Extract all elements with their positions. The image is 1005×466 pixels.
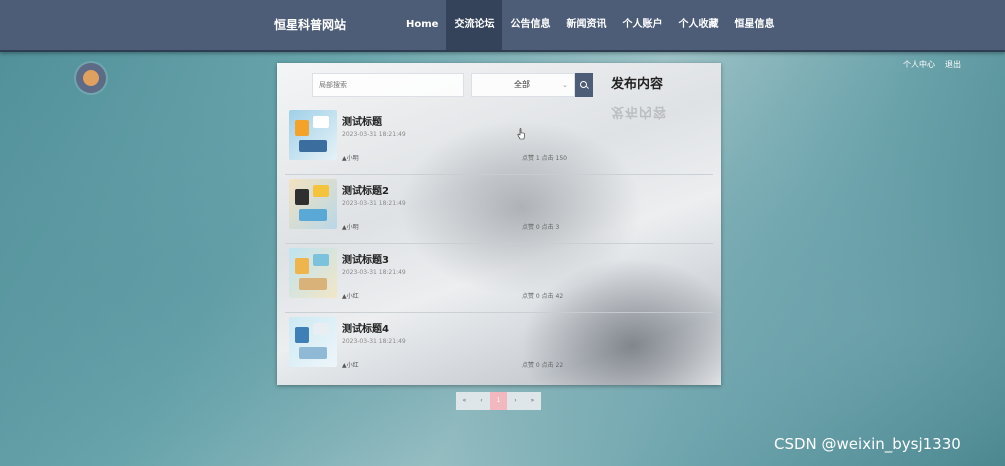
nav-announcements[interactable]: 公告信息	[502, 0, 558, 50]
post-author: ▲小红	[342, 362, 359, 369]
logout-link[interactable]: 退出	[945, 59, 961, 70]
list-item[interactable]: 测试标题4 2023-03-31 18:21:49 ▲小红 点赞 0 点击 22	[285, 313, 713, 381]
next-page-button[interactable]: ›	[507, 392, 524, 410]
forum-panel: 全部 ⌄ 发布内容 发布内容 测试标题 2023-03-31 18:21:49 …	[277, 63, 721, 385]
post-author: ▲小明	[342, 155, 359, 162]
post-date: 2023-03-31 18:21:49	[342, 200, 406, 207]
post-list: 测试标题 2023-03-31 18:21:49 ▲小明 点赞 1 点击 150…	[285, 106, 713, 381]
user-links: 个人中心 退出	[903, 59, 961, 70]
watermark: CSDN @weixin_bysj1330	[774, 435, 961, 453]
nav-account[interactable]: 个人账户	[614, 0, 670, 50]
main-nav: Home 交流论坛 公告信息 新闻资讯 个人账户 个人收藏 恒星信息	[398, 0, 782, 50]
post-stats: 点赞 0 点击 22	[522, 362, 564, 369]
post-author: ▲小红	[342, 293, 359, 300]
post-thumbnail[interactable]	[289, 248, 337, 298]
current-page[interactable]: 1	[490, 392, 507, 410]
post-title[interactable]: 测试标题4	[342, 320, 389, 335]
post-author: ▲小明	[342, 224, 359, 231]
post-thumbnail[interactable]	[289, 179, 337, 229]
hand-cursor-icon	[517, 128, 525, 140]
category-select-value: 全部	[514, 80, 530, 89]
search-icon	[580, 81, 587, 88]
post-date: 2023-03-31 18:21:49	[342, 338, 406, 345]
search-button[interactable]	[575, 73, 593, 97]
list-item[interactable]: 测试标题3 2023-03-31 18:21:49 ▲小红 点赞 0 点击 42	[285, 244, 713, 313]
post-thumbnail[interactable]	[289, 110, 337, 160]
post-title[interactable]: 测试标题2	[342, 182, 389, 197]
post-thumbnail[interactable]	[289, 317, 337, 367]
top-navbar: 恒星科普网站 Home 交流论坛 公告信息 新闻资讯 个人账户 个人收藏 恒星信…	[0, 0, 1005, 52]
list-item[interactable]: 测试标题2 2023-03-31 18:21:49 ▲小明 点赞 0 点击 3	[285, 175, 713, 244]
post-date: 2023-03-31 18:21:49	[342, 131, 406, 138]
post-title[interactable]: 测试标题	[342, 113, 382, 128]
profile-link[interactable]: 个人中心	[903, 59, 935, 70]
category-select[interactable]: 全部 ⌄	[471, 73, 575, 97]
post-stats: 点赞 0 点击 3	[522, 224, 560, 231]
chevron-down-icon: ⌄	[562, 81, 568, 89]
first-page-button[interactable]: «	[456, 392, 473, 410]
pagination: « ‹ 1 › »	[456, 392, 541, 410]
post-stats: 点赞 0 点击 42	[522, 293, 564, 300]
nav-star-info[interactable]: 恒星信息	[726, 0, 782, 50]
nav-home[interactable]: Home	[398, 0, 446, 50]
nav-forum[interactable]: 交流论坛	[446, 0, 503, 50]
search-input[interactable]	[312, 73, 464, 97]
last-page-button[interactable]: »	[524, 392, 541, 410]
avatar[interactable]	[76, 63, 106, 93]
site-title[interactable]: 恒星科普网站	[274, 0, 346, 50]
post-title[interactable]: 测试标题3	[342, 251, 389, 266]
post-date: 2023-03-31 18:21:49	[342, 269, 406, 276]
post-stats: 点赞 1 点击 150	[522, 155, 567, 162]
prev-page-button[interactable]: ‹	[473, 392, 490, 410]
nav-favorites[interactable]: 个人收藏	[670, 0, 726, 50]
nav-news[interactable]: 新闻资讯	[558, 0, 614, 50]
publish-button[interactable]: 发布内容	[611, 74, 663, 96]
list-item[interactable]: 测试标题 2023-03-31 18:21:49 ▲小明 点赞 1 点击 150	[285, 106, 713, 175]
